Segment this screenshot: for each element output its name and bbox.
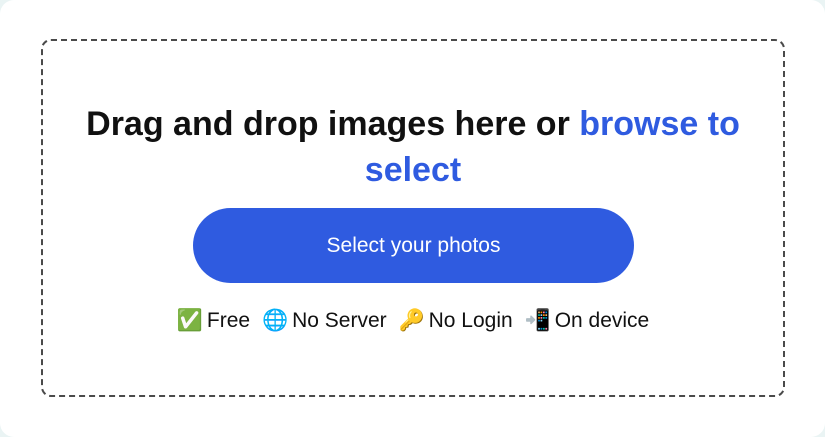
image-dropzone[interactable]: Drag and drop images here or browse to s… [41,39,785,397]
feature-no-server: 🌐 No Server [262,309,387,333]
feature-list: ✅ Free 🌐 No Server 🔑 No Login 📲 On device [43,309,783,333]
dropzone-instruction: Drag and drop images here or [86,105,580,143]
feature-label: Free [206,309,251,332]
feature-no-login: 🔑 No Login [398,309,512,333]
globe-icon: 🌐 [261,309,289,332]
mobile-phone-icon: 📲 [524,309,551,332]
feature-on-device: 📲 On device [525,309,650,333]
feature-label: No Login [428,309,513,332]
feature-free: ✅ Free [177,309,250,333]
check-mark-icon: ✅ [176,309,203,332]
select-photos-button[interactable]: Select your photos [193,208,634,283]
upload-card: Drag and drop images here or browse to s… [0,0,825,437]
feature-label: On device [554,309,650,332]
key-icon: 🔑 [398,309,425,332]
feature-label: No Server [292,309,387,332]
dropzone-headline: Drag and drop images here or browse to s… [83,101,743,193]
